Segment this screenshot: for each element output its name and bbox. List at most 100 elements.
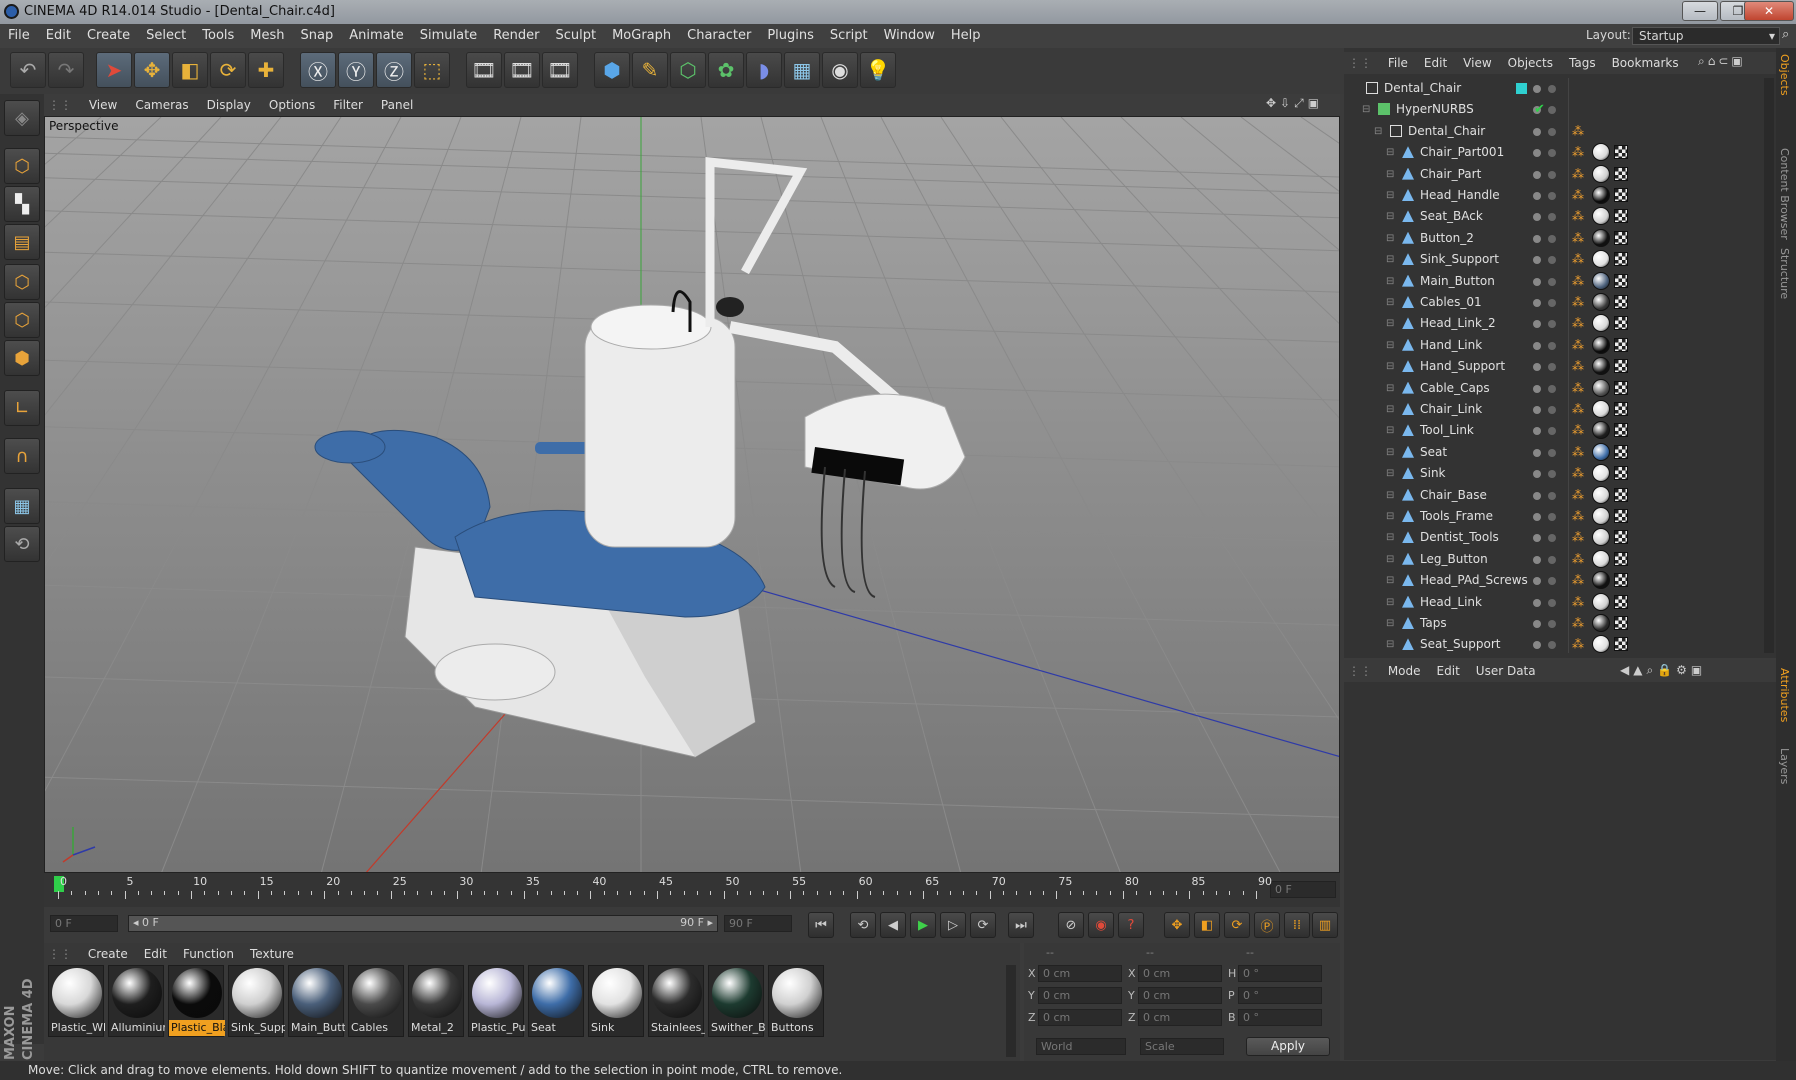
material-menu-edit[interactable]: Edit — [136, 943, 175, 965]
material-tag-icon[interactable] — [1592, 571, 1610, 590]
undo-icon[interactable]: ↶ — [10, 52, 46, 88]
uvw-tag-icon[interactable] — [1614, 380, 1628, 395]
tree-expander-icon[interactable]: ⊟ — [1386, 185, 1406, 206]
key-scale-icon[interactable]: ◧ — [1194, 912, 1220, 938]
editor-visibility-dot[interactable] — [1533, 320, 1541, 329]
phong-tag-icon[interactable]: ⁂ — [1572, 445, 1584, 459]
render-visibility-dot[interactable] — [1548, 106, 1556, 115]
phong-tag-icon[interactable]: ⁂ — [1572, 209, 1584, 223]
material-tag-icon[interactable] — [1592, 592, 1610, 611]
start-frame-field[interactable]: 0 F — [50, 915, 118, 932]
go-to-start-icon[interactable]: ⏮ — [808, 912, 834, 938]
object-row[interactable]: ⊟ Sink ⁂ — [1344, 463, 1764, 484]
phong-tag-icon[interactable]: ⁂ — [1572, 124, 1584, 138]
phong-tag-icon[interactable]: ⁂ — [1572, 466, 1584, 480]
material-swatch[interactable]: Sink_Suppo — [228, 965, 285, 1037]
tree-expander-icon[interactable]: ⊟ — [1386, 164, 1406, 185]
object-row[interactable]: ⊟ Chair_Part001 ⁂ — [1344, 142, 1764, 163]
viewport-menu-filter[interactable]: Filter — [324, 94, 372, 116]
menu-simulate[interactable]: Simulate — [412, 24, 485, 48]
move-icon[interactable]: ✥ — [134, 52, 170, 88]
render-visibility-dot[interactable] — [1548, 513, 1556, 521]
viewport-menu-view[interactable]: View — [80, 94, 126, 116]
material-tag-icon[interactable] — [1592, 464, 1610, 483]
phong-tag-icon[interactable]: ⁂ — [1572, 316, 1584, 330]
uvw-tag-icon[interactable] — [1614, 359, 1628, 374]
tree-expander-icon[interactable]: ⊟ — [1386, 356, 1406, 377]
object-row[interactable]: ⊟ Dentist_Tools ⁂ — [1344, 527, 1764, 548]
material-tag-icon[interactable] — [1592, 164, 1610, 183]
workplane-lock-icon[interactable]: ▦ — [4, 488, 40, 524]
material-swatch[interactable]: Plastic_Purp — [468, 965, 525, 1037]
coord-value-field[interactable]: 0 ° — [1238, 965, 1322, 982]
tree-expander-icon[interactable]: ⊟ — [1386, 292, 1406, 313]
menu-window[interactable]: Window — [876, 24, 943, 48]
material-tag-icon[interactable] — [1592, 335, 1610, 354]
editor-visibility-dot[interactable] — [1533, 192, 1541, 200]
editor-visibility-dot[interactable] — [1533, 256, 1541, 265]
uvw-tag-icon[interactable] — [1614, 487, 1628, 502]
right-tab-objects[interactable]: Objects — [1778, 54, 1791, 96]
tree-expander-icon[interactable]: ⊟ — [1386, 228, 1406, 249]
points-mode-icon[interactable]: ⬡ — [4, 264, 40, 300]
editor-visibility-dot[interactable] — [1533, 384, 1541, 393]
material-swatch[interactable]: Main_Butto — [288, 965, 345, 1037]
object-row[interactable]: ⊟ Dental_Chair ⁂ — [1344, 121, 1764, 142]
tree-expander-icon[interactable]: ⊟ — [1386, 442, 1406, 463]
phong-tag-icon[interactable]: ⁂ — [1572, 274, 1584, 288]
object-row[interactable]: ⊟ HyperNURBS ✔ — [1344, 99, 1764, 120]
menu-sculpt[interactable]: Sculpt — [547, 24, 604, 48]
object-scrollbar[interactable] — [1764, 78, 1774, 653]
tree-expander-icon[interactable]: ⊟ — [1386, 549, 1406, 570]
menu-mograph[interactable]: MoGraph — [604, 24, 679, 48]
uvw-tag-icon[interactable] — [1614, 209, 1628, 224]
tree-expander-icon[interactable]: ⊟ — [1386, 463, 1406, 484]
material-swatch[interactable]: Cables — [348, 965, 404, 1037]
object-row[interactable]: ⊟ Tools_Frame ⁂ — [1344, 506, 1764, 527]
next-frame-icon[interactable]: ▷ — [940, 912, 966, 938]
object-row[interactable]: ⊟ Button_2 ⁂ — [1344, 228, 1764, 249]
deformer-icon[interactable]: ◗ — [746, 52, 782, 88]
attribute-menu-edit[interactable]: Edit — [1429, 660, 1468, 682]
render-visibility-dot[interactable] — [1548, 620, 1556, 628]
render-visibility-dot[interactable] — [1548, 85, 1556, 93]
tree-expander-icon[interactable]: ⊟ — [1386, 271, 1406, 292]
material-menu-function[interactable]: Function — [175, 943, 242, 965]
menu-file[interactable]: File — [0, 24, 38, 48]
keyframe-selection-icon[interactable]: ⊘ — [1058, 912, 1084, 938]
editor-visibility-dot[interactable] — [1533, 427, 1541, 436]
tree-expander-icon[interactable]: ⊟ — [1386, 313, 1406, 334]
search-icon[interactable]: ⌕ — [1782, 27, 1789, 42]
material-tag-icon[interactable] — [1592, 357, 1610, 376]
object-row[interactable]: Dental_Chair — [1344, 78, 1764, 99]
render-visibility-dot[interactable] — [1548, 277, 1556, 286]
render-view-icon[interactable]: 🎞 — [466, 52, 502, 88]
uvw-tag-icon[interactable] — [1614, 273, 1628, 288]
object-row[interactable]: ⊟ Hand_Link ⁂ — [1344, 335, 1764, 356]
object-menu-objects[interactable]: Objects — [1500, 52, 1561, 74]
right-tab-structure[interactable]: Structure — [1778, 248, 1791, 299]
editor-visibility-dot[interactable] — [1533, 341, 1541, 350]
object-menu-bookmarks[interactable]: Bookmarks — [1604, 52, 1687, 74]
tree-expander-icon[interactable]: ⊟ — [1386, 634, 1406, 655]
render-visibility-dot[interactable] — [1548, 299, 1556, 307]
material-tag-icon[interactable] — [1592, 485, 1610, 504]
phong-tag-icon[interactable]: ⁂ — [1572, 338, 1584, 352]
object-row[interactable]: ⊟ Taps ⁂ — [1344, 613, 1764, 634]
texture-mode-icon[interactable]: ▚ — [4, 186, 40, 222]
coord-value-field[interactable]: 0 cm — [1038, 965, 1122, 982]
uvw-tag-icon[interactable] — [1614, 423, 1628, 438]
menu-snap[interactable]: Snap — [293, 24, 342, 48]
material-swatch[interactable]: Buttons — [768, 965, 824, 1037]
tree-expander-icon[interactable]: ⊟ — [1386, 613, 1406, 634]
uvw-tag-icon[interactable] — [1614, 188, 1628, 202]
edges-mode-icon[interactable]: ⬡ — [4, 302, 40, 338]
phong-tag-icon[interactable]: ⁂ — [1572, 402, 1584, 416]
render-visibility-dot[interactable] — [1548, 149, 1556, 158]
render-visibility-dot[interactable] — [1548, 577, 1556, 586]
editor-visibility-dot[interactable] — [1533, 299, 1541, 307]
render-visibility-dot[interactable] — [1548, 598, 1556, 607]
object-menu-file[interactable]: File — [1380, 52, 1416, 74]
material-tag-icon[interactable] — [1592, 378, 1610, 397]
object-row[interactable]: ⊟ Seat_Support ⁂ — [1344, 634, 1764, 655]
